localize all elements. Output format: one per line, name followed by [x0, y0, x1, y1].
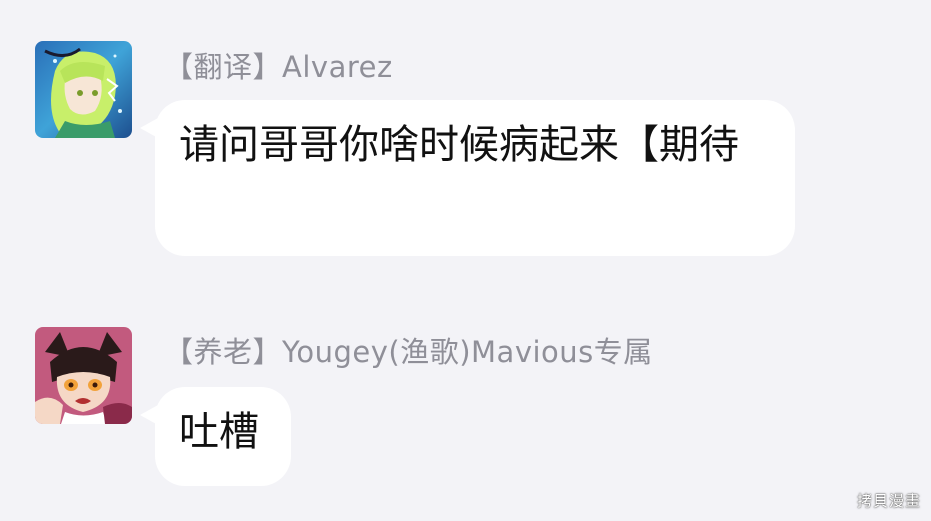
sender-nickname: Alvarez: [282, 50, 393, 84]
avatar-image: [35, 41, 132, 138]
sender-name[interactable]: 【翻译】Alvarez: [164, 44, 393, 86]
avatar[interactable]: [35, 327, 132, 424]
sender-tag: 【养老】: [164, 335, 283, 369]
sender-name[interactable]: 【养老】Yougey(渔歌)Mavious专属: [164, 329, 653, 371]
sender-tag: 【翻译】: [164, 50, 283, 84]
avatar[interactable]: [35, 41, 132, 138]
watermark: 拷貝漫畫: [856, 492, 921, 510]
message-text: 请问哥哥你啥时候病起来【期待: [179, 122, 739, 168]
message-text: 吐槽: [179, 409, 259, 455]
message-bubble[interactable]: 吐槽: [155, 387, 291, 486]
avatar-image: [35, 327, 132, 424]
message-bubble[interactable]: 请问哥哥你啥时候病起来【期待: [155, 100, 795, 256]
sender-nickname: Yougey(渔歌)Mavious专属: [282, 335, 653, 369]
